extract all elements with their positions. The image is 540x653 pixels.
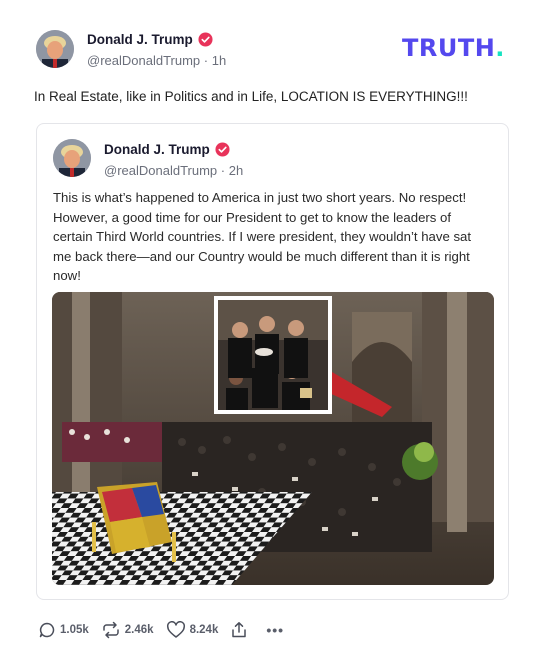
author-handle-line: @realDonaldTrump · 1h	[87, 53, 226, 68]
quoted-author-name[interactable]: Donald J. Trump	[104, 142, 230, 157]
quoted-post-text: This is what’s happened to America in ju…	[53, 190, 472, 283]
reply-button[interactable]: 1.05k	[38, 621, 89, 639]
retruth-icon	[101, 621, 121, 639]
quoted-author-avatar[interactable]	[53, 139, 91, 177]
quoted-post-time[interactable]: 2h	[229, 163, 243, 178]
heart-icon	[166, 621, 186, 639]
post-time[interactable]: 1h	[212, 53, 226, 68]
separator: ·	[203, 53, 209, 68]
verified-badge-icon	[215, 142, 230, 157]
quoted-author-handle[interactable]: @realDonaldTrump	[104, 163, 217, 178]
author-handle[interactable]: @realDonaldTrump	[87, 53, 200, 68]
like-count: 8.24k	[189, 624, 219, 636]
cathedral-funeral-photo[interactable]	[52, 292, 494, 585]
quoted-author-handle-line: @realDonaldTrump · 2h	[104, 163, 243, 178]
verified-badge-icon	[198, 32, 213, 47]
reply-count: 1.05k	[60, 624, 89, 636]
more-options-icon[interactable]: •••	[266, 622, 284, 638]
author-avatar[interactable]	[36, 30, 74, 68]
retruth-button[interactable]: 2.46k	[101, 621, 154, 639]
author-name[interactable]: Donald J. Trump	[87, 32, 213, 47]
share-button[interactable]	[230, 621, 248, 639]
truth-social-logo: TRUTH.	[402, 34, 505, 62]
post-text: In Real Estate, like in Politics and in …	[34, 89, 468, 104]
retruth-count: 2.46k	[124, 624, 154, 636]
quoted-post-card[interactable]: Donald J. Trump @realDonaldTrump · 2h Th…	[36, 123, 509, 600]
like-button[interactable]: 8.24k	[166, 621, 219, 639]
share-icon	[230, 621, 248, 639]
truth-post: Donald J. Trump @realDonaldTrump · 1h TR…	[0, 0, 540, 653]
reply-icon	[38, 621, 56, 639]
separator: ·	[220, 163, 226, 178]
action-bar: 1.05k 2.46k 8.24k •••	[38, 620, 284, 640]
